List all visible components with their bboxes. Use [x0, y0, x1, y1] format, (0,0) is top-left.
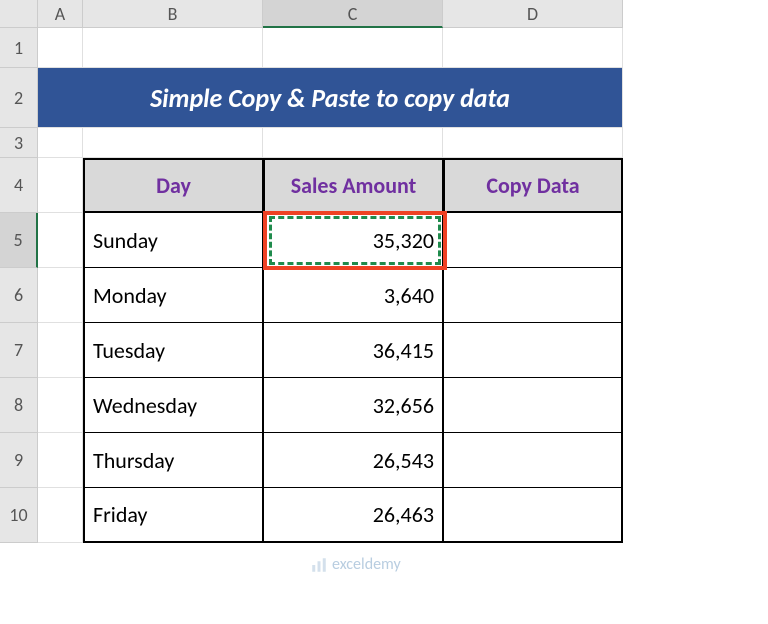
row-header-9[interactable]: 9 [0, 433, 38, 488]
cell-day-tuesday[interactable]: Tuesday [83, 323, 263, 378]
cells-grid: Simple Copy & Paste to copy data Day Sal… [38, 28, 623, 543]
watermark: exceldemy [310, 555, 401, 574]
row-header-3[interactable]: 3 [0, 128, 38, 158]
col-header-C[interactable]: C [263, 0, 443, 28]
column-headers: A B C D [38, 0, 623, 28]
row-header-1[interactable]: 1 [0, 28, 38, 68]
row-header-8[interactable]: 8 [0, 378, 38, 433]
row-headers: 1 2 3 4 5 6 7 8 9 10 [0, 28, 38, 543]
cell-A5[interactable] [38, 213, 83, 268]
header-sales-amount[interactable]: Sales Amount [263, 158, 443, 213]
cell-A9[interactable] [38, 433, 83, 488]
cell-D1[interactable] [443, 28, 623, 68]
cell-day-monday[interactable]: Monday [83, 268, 263, 323]
cell-day-friday[interactable]: Friday [83, 488, 263, 543]
cell-B1[interactable] [83, 28, 263, 68]
cell-copy-friday[interactable] [443, 488, 623, 543]
title-banner[interactable]: Simple Copy & Paste to copy data [38, 68, 623, 128]
cell-day-wednesday[interactable]: Wednesday [83, 378, 263, 433]
cell-day-sunday[interactable]: Sunday [83, 213, 263, 268]
cell-A1[interactable] [38, 28, 83, 68]
row-header-6[interactable]: 6 [0, 268, 38, 323]
row-header-2[interactable]: 2 [0, 68, 38, 128]
cell-copy-monday[interactable] [443, 268, 623, 323]
row-header-7[interactable]: 7 [0, 323, 38, 378]
cell-B3[interactable] [83, 128, 263, 158]
header-day[interactable]: Day [83, 158, 263, 213]
cell-A3[interactable] [38, 128, 83, 158]
col-header-A[interactable]: A [38, 0, 83, 28]
cell-A8[interactable] [38, 378, 83, 433]
cell-C1[interactable] [263, 28, 443, 68]
cell-C3[interactable] [263, 128, 443, 158]
col-header-B[interactable]: B [83, 0, 263, 28]
cell-amount-friday[interactable]: 26,463 [263, 488, 443, 543]
cell-copy-sunday[interactable] [443, 213, 623, 268]
cell-amount-monday[interactable]: 3,640 [263, 268, 443, 323]
row-header-4[interactable]: 4 [0, 158, 38, 213]
cell-amount-sunday[interactable]: 35,320 [263, 213, 443, 268]
select-all-corner[interactable] [0, 0, 38, 28]
cell-D3[interactable] [443, 128, 623, 158]
cell-A6[interactable] [38, 268, 83, 323]
cell-A10[interactable] [38, 488, 83, 543]
cell-copy-wednesday[interactable] [443, 378, 623, 433]
col-header-D[interactable]: D [443, 0, 623, 28]
cell-amount-wednesday[interactable]: 32,656 [263, 378, 443, 433]
watermark-text: exceldemy [332, 555, 401, 574]
spreadsheet: A B C D 1 2 3 4 5 6 7 8 9 10 Simple Copy… [0, 0, 768, 624]
cell-day-thursday[interactable]: Thursday [83, 433, 263, 488]
cell-A4[interactable] [38, 158, 83, 213]
header-copy-data[interactable]: Copy Data [443, 158, 623, 213]
row-header-10[interactable]: 10 [0, 488, 38, 543]
cell-amount-thursday[interactable]: 26,543 [263, 433, 443, 488]
cell-copy-thursday[interactable] [443, 433, 623, 488]
cell-A7[interactable] [38, 323, 83, 378]
cell-amount-tuesday[interactable]: 36,415 [263, 323, 443, 378]
cell-copy-tuesday[interactable] [443, 323, 623, 378]
row-header-5[interactable]: 5 [0, 213, 38, 268]
chart-icon [310, 556, 328, 574]
